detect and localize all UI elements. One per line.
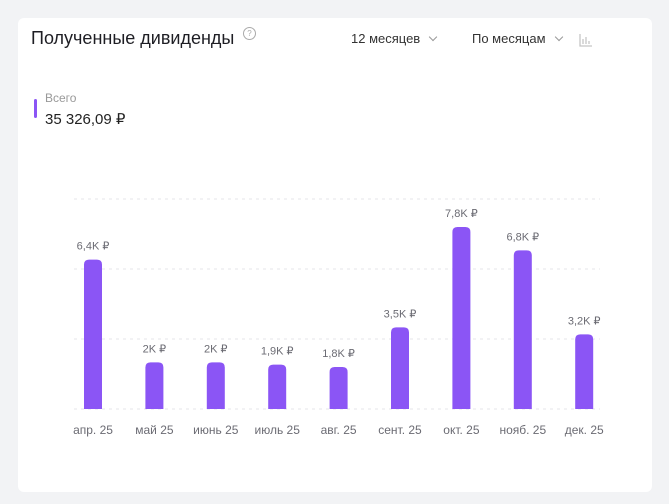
bar: [268, 364, 287, 409]
x-tick-label: окт. 25: [443, 423, 480, 437]
data-label: 7,8K ₽: [445, 208, 478, 220]
data-label: 1,9K ₽: [261, 346, 294, 358]
bar: [145, 362, 164, 409]
data-label: 2K ₽: [204, 343, 228, 355]
x-tick-label: сент. 25: [378, 423, 422, 437]
data-label: 3,2K ₽: [568, 315, 601, 327]
x-tick-label: июнь 25: [193, 423, 239, 437]
data-label: 3,5K ₽: [384, 308, 417, 320]
bar-chart: 6,4K ₽ апр. 25 2K ₽ май 25 2K ₽ июнь 25 1,9K ₽…: [73, 198, 604, 437]
bar: [84, 259, 102, 409]
bar: [513, 250, 532, 409]
x-tick-label: авг. 25: [321, 423, 357, 437]
data-label: 6,4K ₽: [77, 241, 110, 253]
bar: [206, 362, 225, 409]
x-tick-label: апр. 25: [73, 423, 113, 437]
data-label: 2K ₽: [143, 343, 167, 355]
x-tick-label: дек. 25: [565, 423, 604, 437]
bar: [391, 327, 409, 409]
bar: [575, 334, 594, 409]
data-label: 1,8K ₽: [322, 348, 355, 360]
bar: [329, 367, 348, 409]
x-tick-label: нояб. 25: [499, 423, 546, 437]
x-tick-label: июль 25: [255, 423, 301, 437]
data-label: 6,8K ₽: [506, 231, 539, 243]
x-tick-label: май 25: [135, 423, 174, 437]
bar: [452, 227, 471, 409]
